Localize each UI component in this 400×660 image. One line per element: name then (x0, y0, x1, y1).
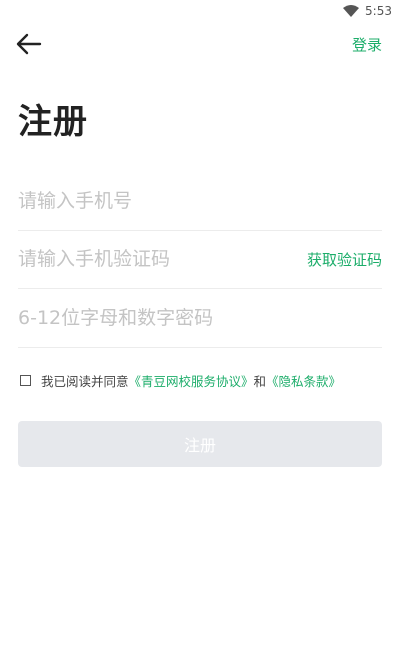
get-code-button[interactable]: 获取验证码 (307, 249, 382, 270)
service-agreement-link[interactable]: 《青豆网校服务协议》 (129, 371, 254, 390)
login-link[interactable]: 登录 (352, 34, 382, 55)
back-arrow-icon (16, 33, 42, 55)
agreement-and: 和 (253, 374, 267, 389)
agreement-row: 我已阅读并同意 《青豆网校服务协议》 和 《隐私条款》 (20, 371, 382, 390)
password-input[interactable] (18, 307, 382, 329)
agreement-checkbox[interactable] (20, 375, 31, 386)
verification-code-input[interactable] (18, 248, 307, 270)
privacy-policy-link[interactable]: 《隐私条款》 (266, 371, 341, 390)
phone-input[interactable] (18, 190, 382, 212)
status-time: 5:53 (365, 4, 392, 18)
wifi-icon (343, 5, 360, 17)
status-bar: 5:53 (0, 0, 400, 22)
agreement-prefix: 我已阅读并同意 (41, 374, 129, 389)
phone-field (18, 172, 382, 231)
verification-code-field: 获取验证码 (18, 230, 382, 289)
page-title: 注册 (18, 102, 88, 142)
register-button[interactable]: 注册 (18, 421, 382, 467)
register-screen: 5:53 登录 注册 获取验证码 我已阅读并同意 《青豆网校服务协议》 和 《隐… (0, 0, 400, 660)
password-field (18, 289, 382, 348)
nav-bar: 登录 (0, 28, 400, 60)
back-button[interactable] (14, 30, 44, 58)
